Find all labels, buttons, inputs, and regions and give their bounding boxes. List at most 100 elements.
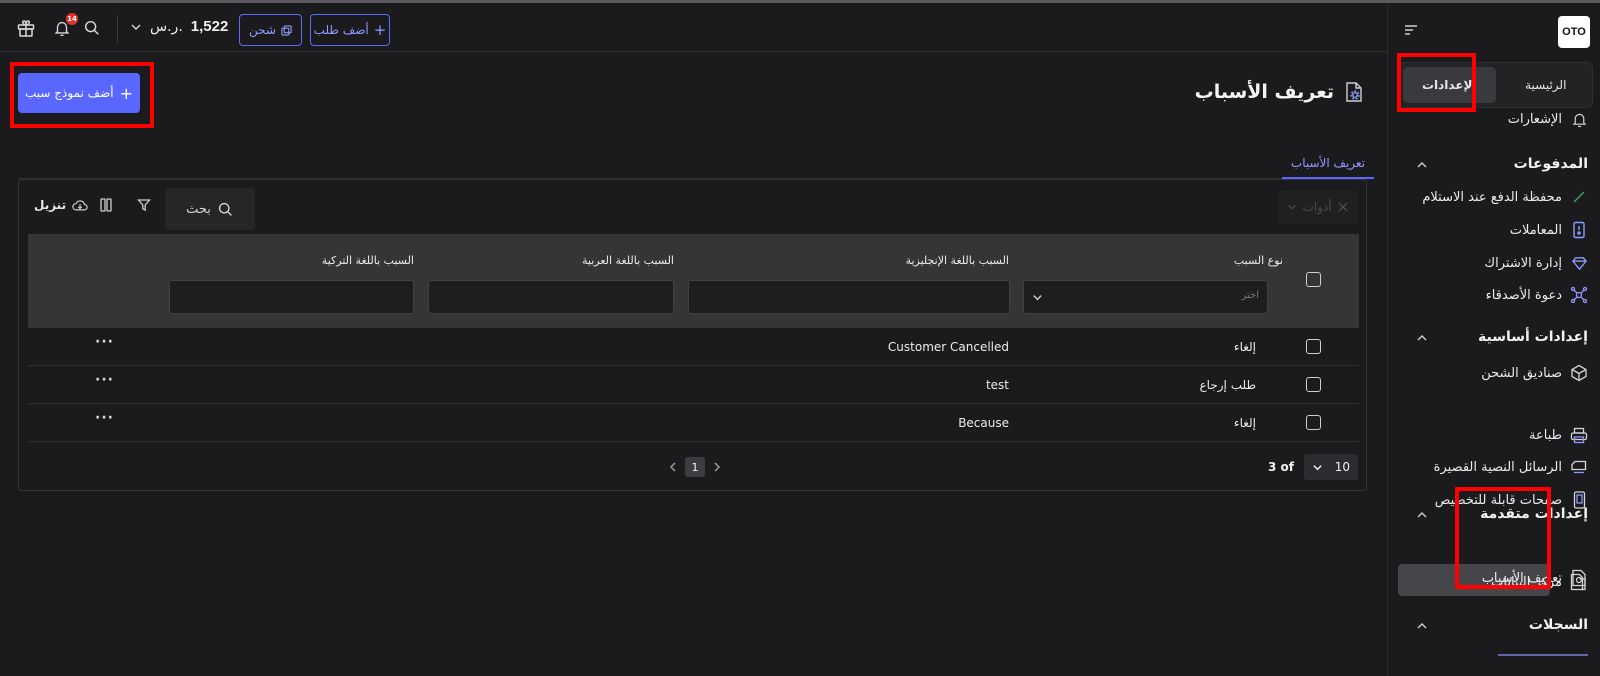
printer-icon bbox=[1570, 426, 1588, 444]
chevron-left-icon[interactable] bbox=[667, 461, 679, 473]
chevron-up-icon[interactable] bbox=[1416, 509, 1428, 521]
sidebar-item-label: طباعة bbox=[1529, 427, 1562, 443]
tools-icon bbox=[1338, 202, 1348, 212]
arabic-reason-filter-input[interactable] bbox=[428, 280, 674, 314]
tab-home[interactable]: الرئيسية bbox=[1500, 63, 1593, 107]
oto-logo[interactable]: OTO bbox=[1558, 16, 1590, 48]
section-logs-title[interactable]: السجلات bbox=[1529, 617, 1588, 633]
page-title-text: تعريف الأسباب bbox=[1194, 81, 1334, 103]
sidebar-item-transactions[interactable]: المعاملات bbox=[1510, 221, 1588, 239]
columns-icon[interactable] bbox=[99, 188, 117, 222]
chevron-down-icon bbox=[1288, 204, 1297, 210]
sidebar-item-subscription[interactable]: إدارة الاشتراك bbox=[1484, 254, 1588, 272]
sidebar-item-invite-friends[interactable]: دعوة الأصدقاء bbox=[1486, 286, 1588, 304]
column-header-english: السبب باللغة الإنجليزية bbox=[905, 254, 1009, 267]
chevron-down-icon bbox=[1033, 295, 1042, 301]
sidebar-item-notifications[interactable]: الإشعارات bbox=[1508, 110, 1588, 128]
highlight-box bbox=[1455, 487, 1551, 589]
chevron-right-icon[interactable] bbox=[711, 461, 723, 473]
sidebar-item-label: المعاملات bbox=[1509, 222, 1562, 238]
row-checkbox[interactable] bbox=[1306, 339, 1321, 354]
sidebar-item-sms[interactable]: الرسائل النصية القصيرة bbox=[1434, 458, 1588, 476]
highlight-box bbox=[1397, 53, 1476, 112]
bell-icon bbox=[1570, 110, 1588, 128]
english-reason-cell: Because bbox=[958, 416, 1009, 430]
chevron-up-icon[interactable] bbox=[1416, 159, 1428, 171]
section-basic-settings-title[interactable]: إعدادات أساسية bbox=[1478, 329, 1588, 345]
ship-button[interactable]: شحن bbox=[239, 14, 302, 46]
highlight-box bbox=[10, 62, 154, 128]
documents-icon bbox=[1570, 573, 1588, 591]
cloud-download-icon bbox=[72, 200, 88, 211]
table-row[interactable]: إلغاء Because ··· bbox=[28, 404, 1359, 442]
row-checkbox[interactable] bbox=[1306, 415, 1321, 430]
collapse-menu-icon[interactable] bbox=[1404, 24, 1418, 36]
row-actions-menu[interactable]: ··· bbox=[95, 372, 114, 388]
row-actions-menu[interactable]: ··· bbox=[95, 410, 114, 426]
table-row[interactable]: طلب إرجاع test ··· bbox=[28, 366, 1359, 404]
tools-dropdown-button[interactable]: أدوات bbox=[1278, 190, 1358, 224]
plus-icon: + bbox=[373, 21, 387, 39]
page-number-current[interactable]: 1 bbox=[685, 457, 705, 477]
divider bbox=[117, 15, 118, 43]
sidebar-item-label: إدارة الاشتراك bbox=[1484, 255, 1562, 271]
transactions-icon bbox=[1570, 221, 1588, 239]
section-payments-title[interactable]: المدفوعات bbox=[1514, 156, 1588, 172]
search-icon[interactable] bbox=[80, 16, 104, 40]
diamond-icon bbox=[1570, 254, 1588, 272]
reason-type-select[interactable]: اختر bbox=[1023, 280, 1268, 314]
column-header-turkish: السبب باللغة التركية bbox=[321, 254, 414, 267]
english-reason-cell: Customer Cancelled bbox=[887, 340, 1009, 354]
row-checkbox[interactable] bbox=[1306, 377, 1321, 392]
sidebar-item-label: صناديق الشحن bbox=[1481, 365, 1562, 381]
wallet-icon bbox=[1570, 188, 1588, 206]
wallet-balance[interactable]: ر.س. 1,522 bbox=[130, 18, 228, 35]
page-title: تعريف الأسباب bbox=[1195, 81, 1364, 103]
search-placeholder: بحث bbox=[186, 201, 211, 217]
reasons-table-card: تنزيل بحث أدوات نوع السبب السبب باللغة ا… bbox=[18, 179, 1367, 491]
sidebar-item-printing[interactable]: طباعة bbox=[1529, 426, 1588, 444]
message-icon bbox=[1570, 458, 1588, 476]
page-size-value: 10 bbox=[1334, 460, 1350, 474]
download-label: تنزيل bbox=[34, 198, 67, 212]
chevron-up-icon[interactable] bbox=[1416, 332, 1428, 344]
table-row[interactable]: إلغاء Customer Cancelled ··· bbox=[28, 328, 1359, 366]
page-size-select[interactable]: 10 bbox=[1304, 454, 1358, 480]
gift-icon[interactable] bbox=[14, 16, 38, 40]
english-reason-filter-input[interactable] bbox=[688, 280, 1010, 314]
notifications-bell-icon[interactable]: 14 bbox=[50, 13, 78, 40]
pagination-total: 3 of bbox=[1268, 460, 1294, 474]
select-placeholder: اختر bbox=[1241, 290, 1260, 301]
network-icon bbox=[1570, 286, 1588, 304]
chevron-down-icon bbox=[1313, 464, 1322, 470]
turkish-reason-filter-input[interactable] bbox=[169, 280, 414, 314]
balance-value: 1,522 bbox=[190, 18, 229, 35]
sidebar-item-label: الإشعارات bbox=[1507, 111, 1562, 127]
chevron-down-icon bbox=[131, 23, 141, 30]
box-icon bbox=[1570, 364, 1588, 382]
tab-reasons-definition[interactable]: تعريف الأسباب bbox=[1282, 149, 1374, 179]
column-header-arabic: السبب باللغة العربية bbox=[581, 254, 674, 267]
table-header: نوع السبب السبب باللغة الإنجليزية السبب … bbox=[28, 234, 1359, 328]
tools-label: أدوات bbox=[1302, 200, 1332, 214]
sidebar-item-cod-wallet[interactable]: محفظة الدفع عند الاستلام bbox=[1422, 188, 1588, 206]
top-bar: 14 ر.س. 1,522 شحن أضف طلب + bbox=[0, 6, 1387, 52]
row-actions-menu[interactable]: ··· bbox=[95, 334, 114, 350]
document-gear-icon bbox=[1346, 82, 1362, 102]
search-input[interactable]: بحث bbox=[165, 188, 255, 230]
ship-button-label: شحن bbox=[249, 23, 276, 37]
download-button[interactable]: تنزيل bbox=[34, 188, 88, 222]
column-header-reason-type: نوع السبب bbox=[1233, 254, 1283, 267]
add-order-button[interactable]: أضف طلب + bbox=[310, 14, 390, 46]
english-reason-cell: test bbox=[985, 378, 1009, 392]
reason-type-cell: إلغاء bbox=[1233, 340, 1256, 354]
sidebar-item-shipping-boxes[interactable]: صناديق الشحن bbox=[1481, 364, 1588, 382]
currency-label: ر.س. bbox=[150, 18, 183, 35]
filter-icon[interactable] bbox=[137, 188, 155, 222]
chevron-up-icon[interactable] bbox=[1416, 620, 1428, 632]
select-all-checkbox[interactable] bbox=[1306, 272, 1321, 287]
app-window: 14 ر.س. 1,522 شحن أضف طلب + + أضف نموذج … bbox=[0, 0, 1600, 676]
notification-count-badge: 14 bbox=[66, 13, 78, 25]
sidebar-item-label: محفظة الدفع عند الاستلام bbox=[1422, 189, 1562, 205]
add-order-label: أضف طلب bbox=[313, 23, 369, 37]
